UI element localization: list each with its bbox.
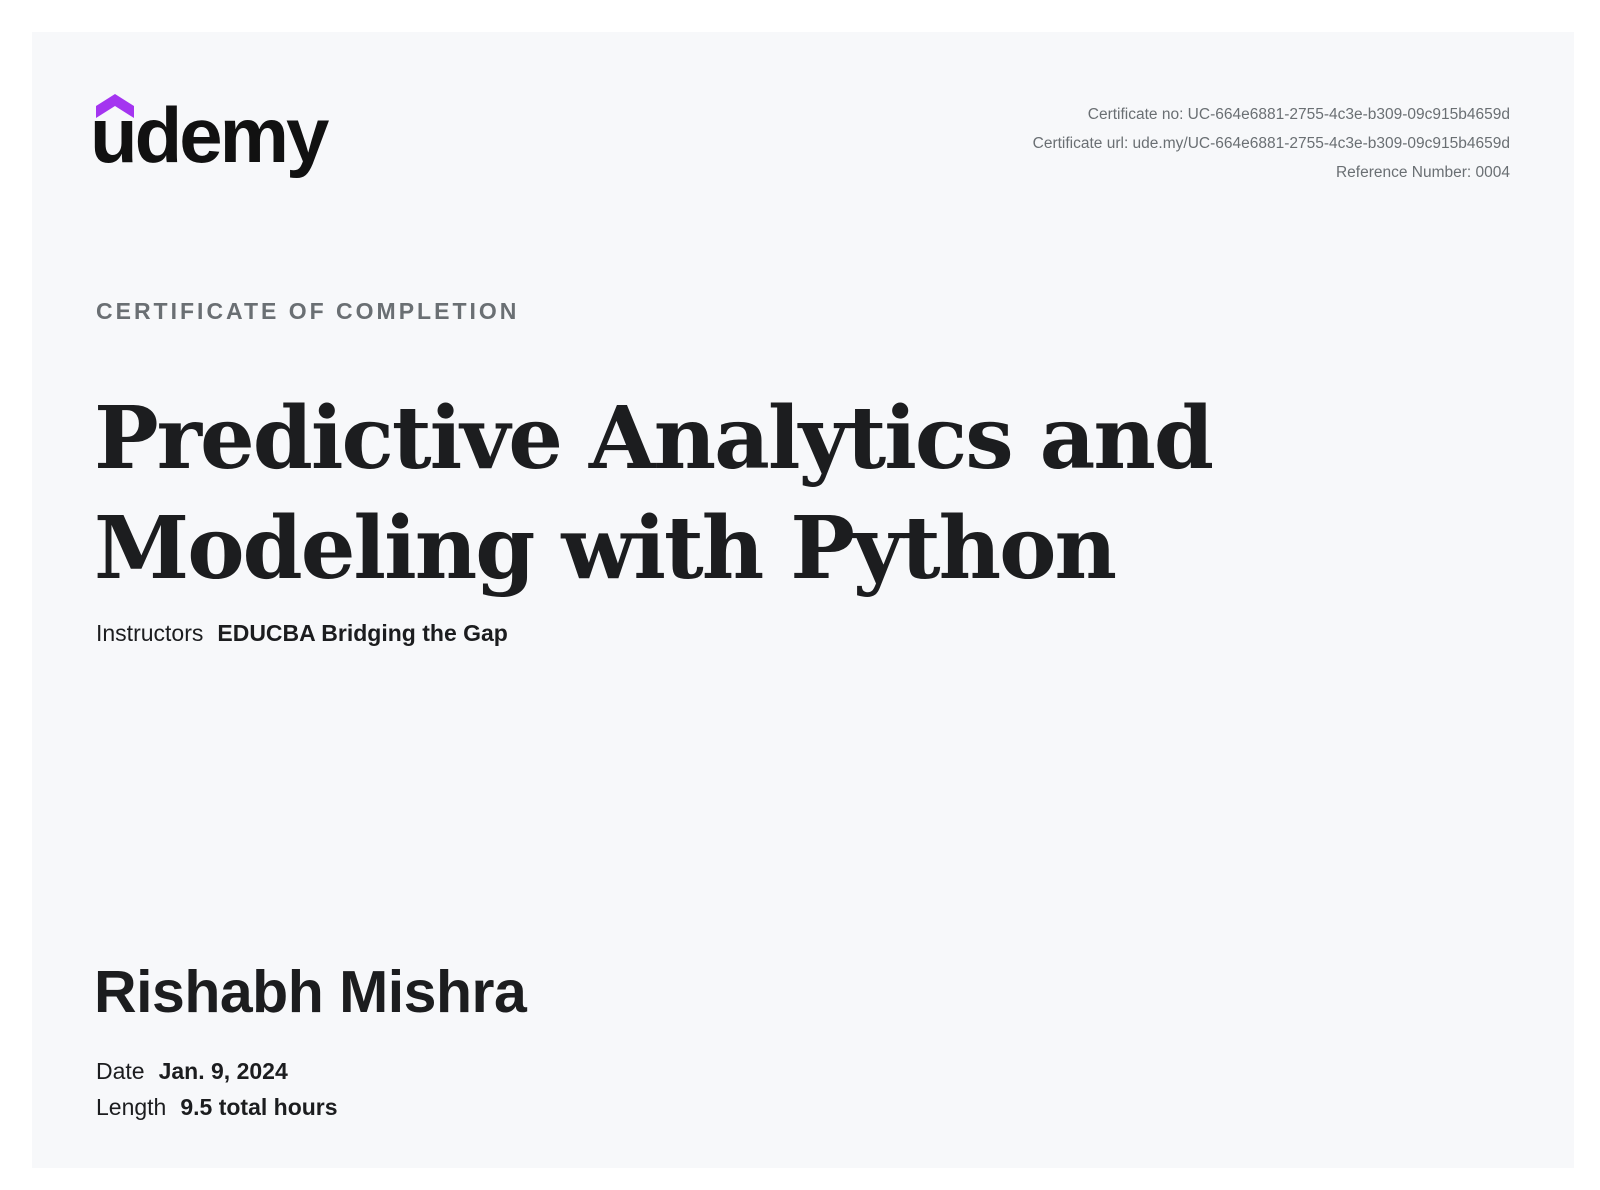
course-title-line-2: Modeling with Python: [94, 498, 1117, 599]
reference-number: Reference Number: 0004: [1335, 164, 1510, 181]
recipient-name: Rishabh Mishra: [94, 959, 527, 1025]
course-title: Predictive Analytics and Modeling with P…: [94, 384, 1294, 604]
length-row: Length 9.5 total hours: [96, 1094, 338, 1121]
date-label: Date: [96, 1058, 145, 1084]
length-value: 9.5 total hours: [180, 1094, 338, 1120]
udemy-logo: udemy: [90, 94, 354, 194]
certificate-card: udemy Certificate no: UC-664e6881-2755-4…: [32, 32, 1574, 1168]
instructors-value: EDUCBA Bridging the Gap: [217, 620, 508, 646]
certificate-eyebrow: CERTIFICATE OF COMPLETION: [96, 298, 520, 324]
certificate-url[interactable]: Certificate url: ude.my/UC-664e6881-2755…: [1033, 129, 1510, 158]
date-value: Jan. 9, 2024: [158, 1058, 288, 1084]
course-title-line-1: Predictive Analytics and: [94, 388, 1214, 489]
certificate-number: Certificate no: UC-664e6881-2755-4c3e-b3…: [1087, 106, 1510, 123]
instructors-label: Instructors: [96, 620, 204, 646]
date-row: Date Jan. 9, 2024: [96, 1058, 288, 1085]
length-label: Length: [96, 1094, 167, 1120]
logo-wordmark: udemy: [90, 91, 329, 179]
instructors-row: Instructors EDUCBA Bridging the Gap: [96, 620, 508, 647]
certificate-meta: Certificate no: UC-664e6881-2755-4c3e-b3…: [1033, 100, 1510, 187]
